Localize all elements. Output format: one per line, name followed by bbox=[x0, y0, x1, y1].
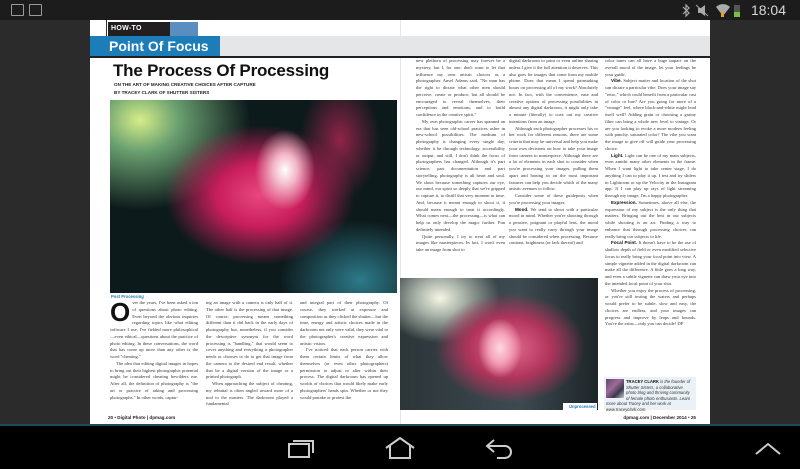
article-subtitle: ON THE ART OF MAKING CREATIVE CHOICES AF… bbox=[114, 82, 256, 87]
paragraph: Light. Light can be one of my main subje… bbox=[605, 153, 696, 200]
paragraph-text: Consider some of these guideposts when y… bbox=[509, 193, 598, 205]
footer-right: dpmag.com | December 2014 • 25 bbox=[623, 415, 696, 420]
author-photo bbox=[606, 379, 624, 398]
clock: 18:04 bbox=[750, 2, 786, 18]
paragraph-text: new plethora of processing may forever b… bbox=[416, 58, 505, 117]
paragraph-text: I've noticed that each person carries wi… bbox=[300, 347, 388, 400]
paragraph: The idea that editing digital images in … bbox=[110, 361, 198, 402]
paragraph-text: My own photographic career has spanned a… bbox=[416, 118, 505, 232]
status-bar: 18:04 bbox=[0, 0, 800, 20]
author-bio: TRACEY CLARK is the founder of Shutter S… bbox=[604, 377, 696, 412]
text-column: Over the years, I've been asked a ton of… bbox=[110, 297, 198, 402]
paragraph: Although each photographer processes his… bbox=[509, 126, 598, 194]
paragraph-text: Subject matter and location of the shot … bbox=[605, 78, 696, 151]
footer-left: 20 • Digital Photo | dpmag.com bbox=[108, 415, 176, 420]
paragraph-text: ing an image with a camera is only half … bbox=[206, 300, 293, 380]
paragraph-text: color tones can all have a huge impact o… bbox=[605, 58, 696, 77]
paragraph-lead: Focal Point. bbox=[611, 240, 638, 246]
article-byline: BY TRACEY CLARK OF SHUTTER SISTERS bbox=[114, 90, 210, 95]
wifi-icon bbox=[716, 4, 730, 17]
gallery-icon bbox=[11, 4, 24, 16]
paragraph: When approaching the subject of cheating… bbox=[206, 381, 293, 408]
author-name: TRACEY CLARK bbox=[626, 379, 659, 384]
paragraph-text: Sometimes, above all else, the expressio… bbox=[605, 199, 696, 239]
paragraph-text: digital darkroom to print or even online… bbox=[509, 58, 598, 124]
back-icon[interactable] bbox=[480, 434, 520, 462]
paragraph-text: It doesn't have to be the use of shallow… bbox=[605, 240, 696, 286]
paragraph: Vibe. Subject matter and location of the… bbox=[605, 78, 696, 152]
paragraph-text: When approaching the subject of cheating… bbox=[206, 381, 293, 407]
paragraph-lead: Mood. bbox=[515, 206, 529, 212]
paragraph-text: Whether you enjoy the process of process… bbox=[605, 287, 696, 327]
drop-cap: O bbox=[110, 297, 131, 327]
paragraph-text: The idea that editing digital images in … bbox=[110, 360, 198, 400]
paragraph: ing an image with a camera is only half … bbox=[206, 300, 293, 381]
paragraph-text: and integral part of their photography. … bbox=[300, 300, 389, 346]
paragraph-text: Light can be one of my main subjects, ev… bbox=[605, 152, 696, 199]
magazine-spread[interactable]: HOW-TO Point Of Focus The Process Of Pro… bbox=[90, 20, 710, 424]
department-title: Point Of Focus bbox=[90, 36, 220, 56]
mute-icon bbox=[695, 4, 709, 17]
paragraph: Whether you enjoy the process of process… bbox=[605, 288, 696, 329]
gmail-icon bbox=[29, 4, 42, 16]
navigation-bar bbox=[0, 424, 800, 469]
paragraph-lead: Light. bbox=[611, 152, 624, 158]
paragraph: color tones can all have a huge impact o… bbox=[605, 58, 696, 78]
text-column: ing an image with a camera is only half … bbox=[206, 300, 293, 408]
header-band bbox=[220, 36, 710, 56]
paragraph: digital darkroom to print or even online… bbox=[509, 58, 598, 126]
paragraph: I've noticed that each person carries wi… bbox=[300, 347, 388, 401]
paragraph-text: Quite personally, I try to treat all of … bbox=[416, 233, 505, 253]
paragraph: and integral part of their photography. … bbox=[300, 300, 388, 347]
paragraph: My own photographic career has spanned a… bbox=[416, 119, 505, 234]
text-column: and integral part of their photography. … bbox=[300, 300, 388, 401]
paragraph: Quite personally, I try to treat all of … bbox=[416, 234, 505, 254]
section-tab-accent bbox=[170, 22, 198, 36]
battery-icon bbox=[734, 5, 740, 17]
paragraph: Consider some of these guideposts when y… bbox=[509, 193, 598, 207]
photo-caption-unprocessed: Unprocessed bbox=[563, 403, 597, 410]
unprocessed-flower-photo bbox=[400, 278, 598, 410]
paragraph: Focal Point. It doesn't have to be the u… bbox=[605, 240, 696, 287]
bluetooth-icon bbox=[682, 3, 690, 18]
paragraph-lead: Vibe. bbox=[611, 78, 622, 84]
paragraph: Expression. Sometimes, above all else, t… bbox=[605, 200, 696, 241]
article-title: The Process Of Processing bbox=[113, 61, 330, 80]
paragraph-text: Although each photographer processes his… bbox=[509, 125, 598, 192]
recent-apps-icon[interactable] bbox=[280, 434, 320, 462]
processed-flower-photo bbox=[110, 100, 397, 293]
paragraph-text: We tend to shoot with a particular mood … bbox=[509, 206, 598, 246]
paragraph-lead: Expression. bbox=[611, 199, 637, 205]
home-icon[interactable] bbox=[380, 434, 420, 462]
text-column: digital darkroom to print or even online… bbox=[509, 58, 598, 247]
paragraph: Mood. We tend to shoot with a particular… bbox=[509, 207, 598, 248]
status-icons bbox=[682, 3, 740, 18]
menu-up-icon[interactable] bbox=[748, 434, 788, 462]
section-label: HOW-TO bbox=[108, 22, 170, 36]
paragraph: new plethora of processing may forever b… bbox=[416, 58, 505, 119]
text-column: new plethora of processing may forever b… bbox=[416, 58, 505, 254]
text-column: color tones can all have a huge impact o… bbox=[605, 58, 696, 328]
